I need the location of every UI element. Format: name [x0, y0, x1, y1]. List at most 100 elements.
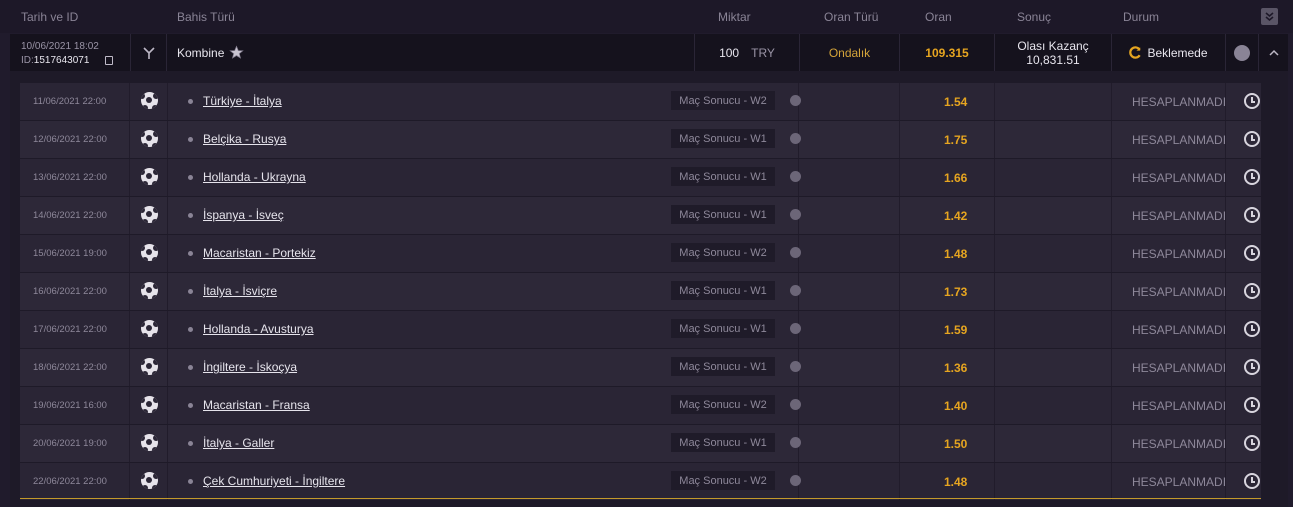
selection-result: HESAPLANMADI: [1132, 209, 1227, 223]
user-icon: [790, 323, 801, 334]
pending-icon: [1129, 46, 1142, 59]
match-link[interactable]: İngiltere - İskoçya: [203, 360, 297, 374]
chevron-up-icon[interactable]: [1268, 47, 1280, 59]
football-icon: [141, 130, 158, 147]
selection-result: HESAPLANMADI: [1132, 247, 1227, 261]
selection-row[interactable]: 20/06/2021 19:00 İtalya - Galler Maç Sonuc…: [20, 425, 1261, 462]
selection-odds: 1.40: [944, 399, 968, 413]
selection-row[interactable]: 14/06/2021 22:00 İspanya - İsveç Maç Sonuc…: [20, 197, 1261, 234]
star-icon[interactable]: [229, 45, 245, 60]
football-icon: [141, 168, 158, 185]
selection-empty-cell: [799, 197, 900, 234]
selection-result-cell: [995, 311, 1112, 348]
collapse-all-button[interactable]: [1261, 8, 1278, 25]
bullet-dot: [188, 213, 193, 218]
bet-type: Kombine: [177, 45, 225, 60]
match-link[interactable]: Hollanda - Avusturya: [203, 322, 314, 336]
selection-date: 22/06/2021 22:00: [33, 476, 107, 487]
user-icon: [790, 247, 801, 258]
market-badge: Maç Sonucu - W1: [671, 319, 775, 338]
selection-odds: 1.42: [944, 209, 968, 223]
bet-currency: TRY: [751, 45, 775, 60]
user-icon: [790, 285, 801, 296]
selection-result-cell: [995, 349, 1112, 386]
bullet-dot: [188, 99, 193, 104]
selection-empty-cell: [799, 349, 900, 386]
football-icon: [141, 92, 158, 109]
match-link[interactable]: Hollanda - Ukrayna: [203, 170, 306, 184]
selection-result: HESAPLANMADI: [1132, 475, 1227, 489]
selection-row[interactable]: 18/06/2021 22:00 İngiltere - İskoçya Maç S…: [20, 349, 1261, 386]
selection-odds: 1.48: [944, 247, 968, 261]
selection-row[interactable]: 19/06/2021 16:00 Macaristan - Fransa Maç S…: [20, 387, 1261, 424]
match-link[interactable]: Belçika - Rusya: [203, 132, 286, 146]
clock-icon[interactable]: [1244, 245, 1260, 261]
market-badge: Maç Sonucu - W1: [671, 167, 775, 186]
match-link[interactable]: Türkiye - İtalya: [203, 94, 282, 108]
clock-icon[interactable]: [1244, 283, 1260, 299]
match-link[interactable]: İspanya - İsveç: [203, 208, 284, 222]
football-icon: [141, 434, 158, 451]
clock-icon[interactable]: [1244, 397, 1260, 413]
bullet-dot: [188, 175, 193, 180]
match-link[interactable]: Macaristan - Fransa: [203, 398, 310, 412]
selection-date: 17/06/2021 22:00: [33, 324, 107, 335]
user-icon: [790, 361, 801, 372]
bullet-dot: [188, 479, 193, 484]
match-link[interactable]: İtalya - Galler: [203, 436, 274, 450]
market-badge: Maç Sonucu - W1: [671, 433, 775, 452]
history-cell[interactable]: [1226, 34, 1259, 71]
clock-icon[interactable]: [1244, 131, 1260, 147]
collapse-cell[interactable]: [1259, 34, 1288, 71]
selection-date: 15/06/2021 19:00: [33, 248, 107, 259]
selection-date: 19/06/2021 16:00: [33, 400, 107, 411]
clock-icon[interactable]: [1244, 321, 1260, 337]
football-icon: [141, 282, 158, 299]
selection-row[interactable]: 15/06/2021 19:00 Macaristan - Portekiz Maç…: [20, 235, 1261, 272]
clock-icon[interactable]: [1244, 93, 1260, 109]
selection-row[interactable]: 16/06/2021 22:00 İtalya - İsviçre Maç Sonu…: [20, 273, 1261, 310]
selection-date: 18/06/2021 22:00: [33, 362, 107, 373]
selection-result-cell: [995, 273, 1112, 310]
market-badge: Maç Sonucu - W1: [671, 129, 775, 148]
clock-icon[interactable]: [1244, 473, 1260, 489]
bullet-dot: [188, 327, 193, 332]
bet-id: ID:1517643071: [21, 55, 90, 66]
match-link[interactable]: İtalya - İsviçre: [203, 284, 277, 298]
market-badge: Maç Sonucu - W2: [671, 243, 775, 262]
selection-row[interactable]: 22/06/2021 22:00 Çek Cumhuriyeti - İngilt…: [20, 463, 1261, 500]
bet-summary-row[interactable]: 10/06/2021 18:02 ID:1517643071 Kombine 1…: [10, 34, 1288, 71]
football-icon: [141, 206, 158, 223]
selection-row[interactable]: 11/06/2021 22:00 Türkiye - İtalya Maç Sonu…: [20, 83, 1261, 120]
total-odds: 109.315: [925, 45, 969, 60]
bet-type-icon-cell: [131, 34, 167, 71]
status-cell: Beklemede: [1112, 34, 1226, 71]
selection-result-cell: [995, 235, 1112, 272]
selection-result-cell: [995, 197, 1112, 234]
selection-row[interactable]: 12/06/2021 22:00 Belçika - Rusya Maç Sonuc…: [20, 121, 1261, 158]
selection-empty-cell: [799, 273, 900, 310]
market-badge: Maç Sonucu - W2: [671, 91, 775, 110]
selection-empty-cell: [799, 83, 900, 120]
bet-date-id-cell: 10/06/2021 18:02 ID:1517643071: [10, 34, 131, 71]
header-date-id: Tarih ve ID: [21, 10, 79, 24]
match-link[interactable]: Macaristan - Portekiz: [203, 246, 316, 260]
selection-row[interactable]: 13/06/2021 22:00 Hollanda - Ukrayna Maç So…: [20, 159, 1261, 196]
clock-icon[interactable]: [1234, 44, 1250, 61]
football-icon: [141, 244, 158, 261]
selection-row[interactable]: 17/06/2021 22:00 Hollanda - Avusturya Maç …: [20, 311, 1261, 348]
total-odds-cell: 109.315: [900, 34, 995, 71]
clock-icon[interactable]: [1244, 435, 1260, 451]
selection-odds: 1.75: [944, 133, 968, 147]
copy-icon[interactable]: [105, 56, 113, 65]
header-amount: Miktar: [718, 10, 751, 24]
clock-icon[interactable]: [1244, 207, 1260, 223]
selection-empty-cell: [799, 387, 900, 424]
match-link[interactable]: Çek Cumhuriyeti - İngiltere: [203, 474, 345, 488]
bet-date: 10/06/2021 18:02: [21, 41, 99, 52]
market-badge: Maç Sonucu - W1: [671, 357, 775, 376]
clock-icon[interactable]: [1244, 169, 1260, 185]
clock-icon[interactable]: [1244, 359, 1260, 375]
user-icon: [790, 399, 801, 410]
market-badge: Maç Sonucu - W1: [671, 281, 775, 300]
